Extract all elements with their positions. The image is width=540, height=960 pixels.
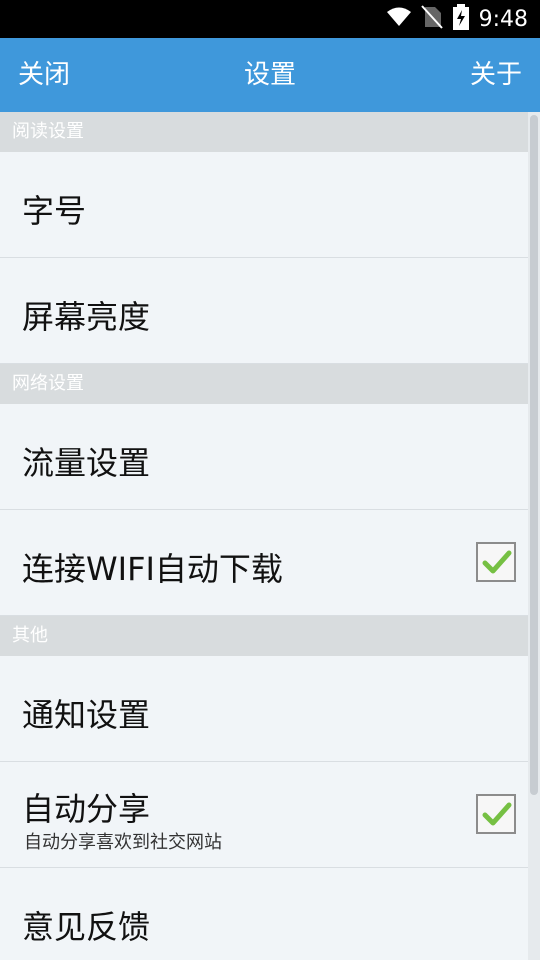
section-header-reading: 阅读设置	[0, 112, 528, 152]
checkmark-icon	[482, 550, 512, 574]
scrollbar-thumb[interactable]	[530, 115, 538, 795]
battery-charging-icon	[452, 4, 469, 34]
setting-label: 通知设置	[22, 696, 151, 734]
setting-label: 自动分享	[22, 790, 151, 828]
setting-label: 屏幕亮度	[22, 298, 151, 336]
setting-label: 流量设置	[22, 444, 151, 482]
section-header-network: 网络设置	[0, 364, 528, 404]
top-app-bar: 关闭 设置 关于	[0, 38, 540, 112]
setting-label: 意见反馈	[22, 908, 151, 946]
setting-label: 字号	[22, 192, 87, 230]
status-time: 9:48	[478, 6, 528, 32]
page-title: 设置	[243, 60, 296, 90]
setting-subtitle: 自动分享喜欢到社交网站	[24, 832, 222, 853]
wifi-auto-download-checkbox[interactable]	[476, 542, 516, 582]
no-sim-icon	[420, 5, 443, 33]
setting-data-usage[interactable]: 流量设置	[0, 404, 528, 510]
auto-share-checkbox[interactable]	[476, 794, 516, 834]
setting-font-size[interactable]: 字号	[0, 152, 528, 258]
status-bar: 9:48	[0, 0, 540, 38]
wifi-icon	[386, 7, 411, 31]
section-header-other: 其他	[0, 616, 528, 656]
checkmark-icon	[482, 802, 512, 826]
status-icons: 9:48	[386, 0, 528, 38]
setting-wifi-auto-download[interactable]: 连接WIFI自动下载	[0, 510, 528, 616]
settings-list: 阅读设置 字号 屏幕亮度 网络设置 流量设置 连接WIFI自动下载 其他 通知设…	[0, 112, 540, 960]
setting-screen-brightness[interactable]: 屏幕亮度	[0, 258, 528, 364]
about-button[interactable]: 关于	[470, 38, 522, 112]
setting-auto-share[interactable]: 自动分享 自动分享喜欢到社交网站	[0, 762, 528, 868]
setting-label: 连接WIFI自动下载	[22, 550, 283, 588]
setting-notifications[interactable]: 通知设置	[0, 656, 528, 762]
setting-feedback[interactable]: 意见反馈	[0, 868, 528, 960]
